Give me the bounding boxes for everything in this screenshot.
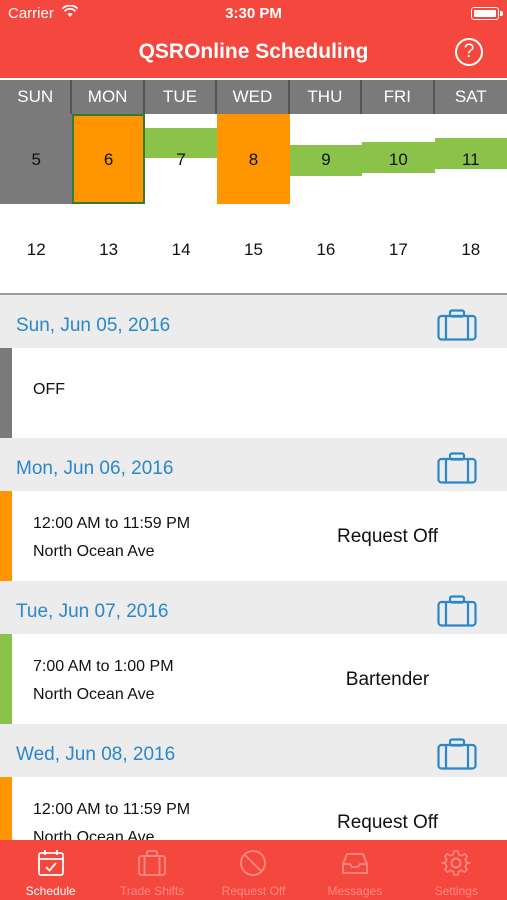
status-stripe: [0, 634, 12, 724]
briefcase-icon[interactable]: [437, 452, 477, 484]
calendar-day-cell[interactable]: 13: [72, 204, 144, 294]
calendar-day-cell[interactable]: 7: [144, 114, 218, 204]
shift-time: 12:00 AM to 11:59 PM: [33, 515, 191, 532]
nav-bar: QSROnline Scheduling ?: [0, 28, 507, 78]
schedule-date: Mon, Jun 06, 2016: [16, 458, 174, 479]
help-icon: ?: [463, 41, 475, 62]
day-number: 14: [171, 240, 191, 259]
tab-bar: Schedule Trade Shifts Request Off Messag…: [0, 840, 507, 900]
shift-row[interactable]: 7:00 AM to 1:00 PM North Ocean Ave Barte…: [0, 634, 507, 724]
tab-messages[interactable]: Messages: [304, 840, 405, 900]
calendar-day-cell[interactable]: 11: [434, 114, 507, 204]
weekday-fri: FRI: [362, 80, 435, 114]
day-number: 17: [388, 240, 408, 259]
schedule-date-header: Mon, Jun 06, 2016: [0, 438, 507, 491]
weekday-tue: TUE: [144, 80, 218, 114]
clock-time: 3:30 PM: [225, 5, 282, 22]
weekday-wed: WED: [217, 80, 290, 114]
calendar-day-cell[interactable]: 5: [0, 114, 73, 204]
day-number: 15: [244, 240, 263, 259]
day-number: 5: [31, 150, 41, 169]
briefcase-icon[interactable]: [437, 309, 477, 341]
schedule-date-header: Sun, Jun 05, 2016: [0, 295, 507, 348]
day-number: 18: [461, 240, 481, 259]
inbox-icon: [341, 853, 368, 874]
schedule-date: Wed, Jun 08, 2016: [16, 744, 176, 765]
battery-icon: [471, 7, 503, 20]
calendar-day-cell-selected[interactable]: 6: [72, 114, 145, 204]
calendar-day-cell[interactable]: 8: [217, 114, 290, 204]
tab-label: Schedule: [25, 884, 76, 898]
tab-trade-shifts[interactable]: Trade Shifts: [101, 840, 202, 900]
day-number: 12: [26, 240, 46, 259]
schedule-date: Sun, Jun 05, 2016: [16, 315, 171, 336]
briefcase-icon[interactable]: [437, 595, 477, 627]
briefcase-icon: [138, 850, 166, 876]
page-title: QSROnline Scheduling: [138, 40, 369, 63]
status-stripe: [0, 491, 12, 581]
tab-label: Request Off: [221, 884, 286, 898]
day-number: 7: [176, 150, 186, 169]
calendar-day-cell[interactable]: 18: [435, 204, 507, 294]
schedule-date-header: Wed, Jun 08, 2016: [0, 724, 507, 777]
calendar-week-row: 12 13 14 15 16 17 18: [0, 204, 507, 294]
schedule-date: Tue, Jun 07, 2016: [16, 601, 169, 622]
shift-status: OFF: [33, 381, 65, 398]
weekday-mon: MON: [72, 80, 145, 114]
day-number: 10: [388, 150, 408, 169]
status-bar: Carrier 3:30 PM: [0, 0, 507, 28]
shift-location: North Ocean Ave: [33, 543, 155, 560]
weekday-sun: SUN: [0, 80, 73, 114]
weekday-sat: SAT: [434, 80, 507, 114]
calendar-day-cell[interactable]: 16: [290, 204, 362, 294]
briefcase-icon[interactable]: [437, 738, 477, 770]
schedule-list[interactable]: Sun, Jun 05, 2016 OFF Mon, Jun 06, 2016 …: [0, 295, 507, 840]
day-number: 9: [321, 150, 331, 169]
calendar-week-row: 5 6 7 8 9 10 11: [0, 114, 507, 204]
tab-settings[interactable]: Settings: [406, 840, 507, 900]
calendar-day-cell[interactable]: 15: [217, 204, 289, 294]
shift-location: North Ocean Ave: [33, 686, 155, 703]
calendar-day-cell[interactable]: 12: [0, 204, 72, 294]
shift-time: 12:00 AM to 11:59 PM: [33, 801, 191, 818]
calendar-day-cell[interactable]: 17: [362, 204, 434, 294]
day-number: 16: [316, 240, 336, 259]
day-number: 13: [99, 240, 119, 259]
tab-schedule[interactable]: Schedule: [0, 840, 101, 900]
weekday-thu: THU: [289, 80, 363, 114]
day-number: 8: [248, 150, 259, 169]
tab-label: Messages: [327, 884, 383, 898]
status-stripe: [0, 348, 12, 438]
shift-time: 7:00 AM to 1:00 PM: [33, 658, 174, 675]
tab-label: Settings: [434, 884, 478, 898]
help-button[interactable]: ?: [455, 38, 483, 66]
calendar-day-cell[interactable]: 9: [289, 114, 363, 204]
shift-role: Request Off: [336, 526, 439, 547]
day-number: 6: [103, 150, 114, 169]
shift-role: Bartender: [345, 669, 430, 690]
no-entry-icon: [240, 850, 267, 876]
gear-icon: [441, 850, 472, 876]
calendar-day-cell[interactable]: 10: [362, 114, 435, 204]
weekday-header: SUN MON TUE WED THU FRI SAT: [0, 80, 507, 114]
shift-row[interactable]: 12:00 AM to 11:59 PM North Ocean Ave Req…: [0, 777, 507, 840]
shift-row[interactable]: OFF: [0, 348, 507, 438]
shift-role: Request Off: [336, 812, 439, 833]
tab-label: Trade Shifts: [119, 884, 185, 898]
status-stripe: [0, 777, 12, 840]
schedule-date-header: Tue, Jun 07, 2016: [0, 581, 507, 634]
calendar-day-cell[interactable]: 14: [145, 204, 217, 294]
calendar-icon: [37, 850, 64, 876]
shift-row[interactable]: 12:00 AM to 11:59 PM North Ocean Ave Req…: [0, 491, 507, 581]
day-number: 11: [461, 150, 480, 169]
shift-location: North Ocean Ave: [33, 829, 155, 840]
tab-request-off[interactable]: Request Off: [203, 840, 304, 900]
